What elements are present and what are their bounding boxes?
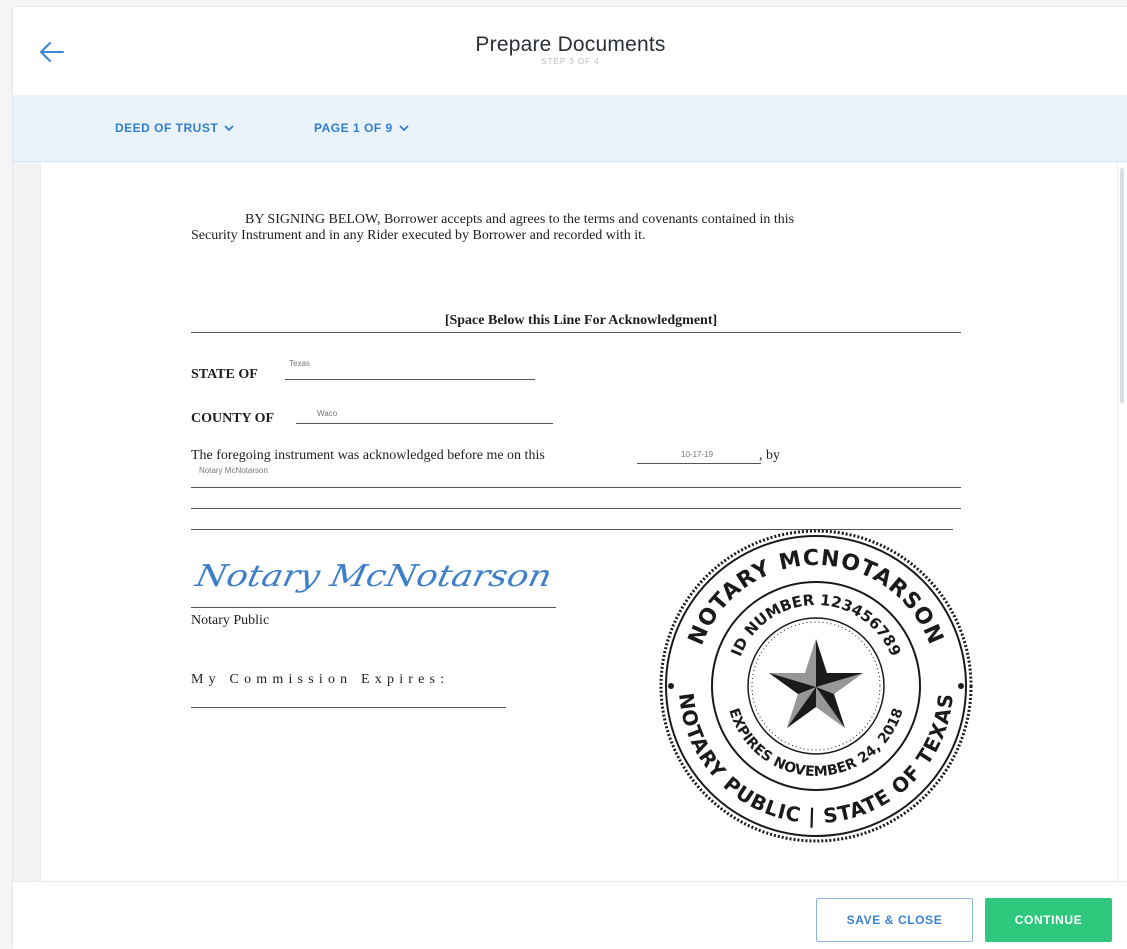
continue-button[interactable]: CONTINUE [985, 898, 1112, 942]
name-field[interactable]: Notary McNotarson [199, 466, 268, 475]
save-and-close-button[interactable]: SAVE & CLOSE [816, 898, 973, 942]
star-icon [769, 639, 863, 728]
date-underline [637, 463, 761, 464]
by-text: , by [759, 448, 780, 463]
state-field[interactable]: Texas [289, 359, 310, 368]
page-title: Prepare Documents [475, 33, 666, 56]
commission-label: My Commission Expires: [191, 672, 450, 687]
svg-text:NOTARY PUBLIC | STATE OF TEXAS: NOTARY PUBLIC | STATE OF TEXAS [674, 692, 958, 829]
county-label: COUNTY OF [191, 411, 275, 426]
acknowledgment-heading: [Space Below this Line For Acknowledgmen… [444, 313, 718, 328]
state-label: STATE OF [191, 367, 258, 382]
county-field[interactable]: Waco [317, 409, 337, 418]
commission-line [191, 707, 506, 708]
notary-public-label: Notary Public [191, 613, 270, 628]
signature-line [191, 607, 556, 608]
name-line-2 [191, 508, 961, 509]
chevron-down-icon [224, 124, 234, 131]
divider-line [191, 332, 961, 333]
document-select[interactable]: DEED OF TRUST [115, 121, 234, 135]
signing-paragraph: BY SIGNING BELOW, Borrower accepts and a… [191, 212, 971, 244]
scrollbar-thumb[interactable] [1120, 168, 1124, 403]
document-viewport[interactable]: BY SIGNING BELOW, Borrower accepts and a… [13, 162, 1127, 881]
page-select-label: PAGE 1 OF 9 [314, 121, 393, 135]
intro-rest: Security Instrument and in any Rider exe… [191, 228, 646, 243]
chevron-down-icon [399, 124, 409, 131]
name-line-1 [191, 487, 961, 488]
signature-image[interactable]: Notary McNotarson [191, 554, 561, 610]
page-header: Prepare Documents STEP 3 OF 4 [13, 7, 1127, 96]
signature-text: Notary McNotarson [191, 559, 555, 594]
statement-text: The foregoing instrument was acknowledge… [191, 448, 545, 463]
seal-bottom-text: NOTARY PUBLIC | STATE OF TEXAS [674, 692, 957, 829]
notary-seal[interactable]: NOTARY MCNOTARSON NOTARY PUBLIC | STATE … [657, 527, 975, 845]
document-select-label: DEED OF TRUST [115, 121, 219, 135]
document-page: BY SIGNING BELOW, Borrower accepts and a… [41, 162, 1121, 881]
app-window: Prepare Documents STEP 3 OF 4 DEED OF TR… [12, 6, 1127, 949]
page-footer: SAVE & CLOSE CONTINUE [13, 881, 1127, 949]
page-select[interactable]: PAGE 1 OF 9 [314, 121, 409, 135]
step-indicator: STEP 3 OF 4 [541, 57, 600, 66]
state-underline [285, 379, 535, 380]
document-toolbar: DEED OF TRUST PAGE 1 OF 9 [13, 95, 1127, 162]
county-underline [296, 423, 553, 424]
intro-lead: BY SIGNING BELOW, Borrower accepts and a… [245, 212, 795, 227]
acknowledgment-statement: The foregoing instrument was acknowledge… [191, 448, 545, 464]
date-field[interactable]: 10-17-19 [681, 450, 713, 459]
document-scrollbar[interactable] [1117, 162, 1127, 881]
